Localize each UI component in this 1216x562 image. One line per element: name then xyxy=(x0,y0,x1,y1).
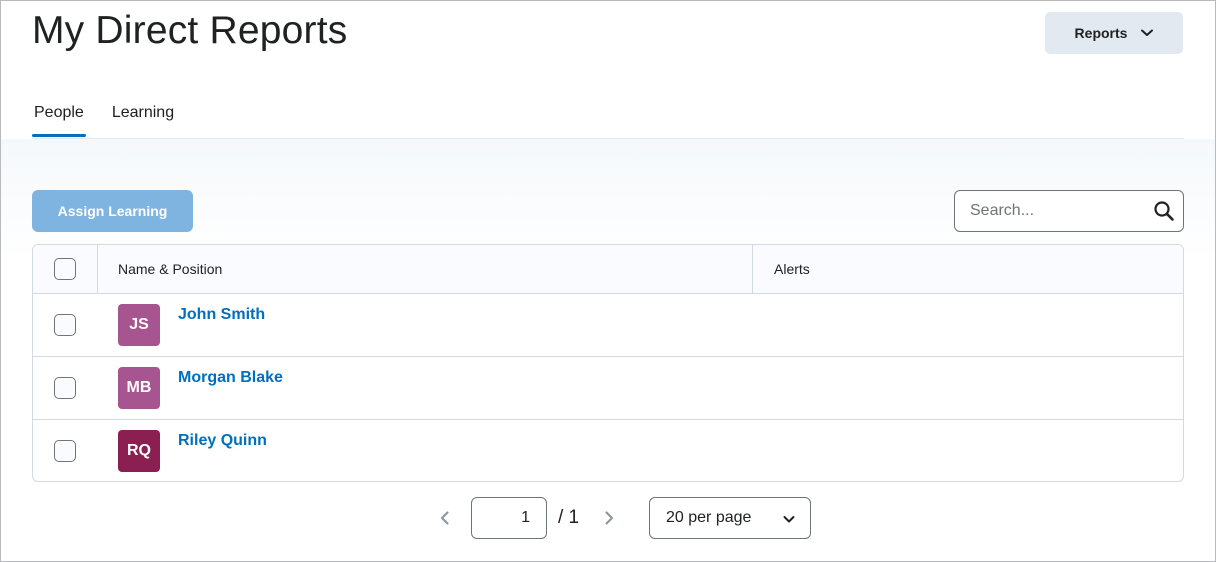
column-header-alerts[interactable]: Alerts xyxy=(754,245,810,293)
chevron-down-icon xyxy=(783,516,795,523)
row-checkbox[interactable] xyxy=(54,440,76,462)
person-name-link[interactable]: Morgan Blake xyxy=(178,369,283,387)
page-number-input[interactable] xyxy=(471,497,547,539)
row-checkbox[interactable] xyxy=(54,377,76,399)
search-icon[interactable] xyxy=(1153,200,1175,222)
reports-dropdown-button[interactable]: Reports xyxy=(1045,12,1183,54)
avatar: MB xyxy=(118,367,160,409)
chevron-down-icon xyxy=(1141,29,1154,36)
page-total: / 1 xyxy=(558,507,580,528)
row-select-cell xyxy=(33,420,97,481)
table-row: MB Morgan Blake xyxy=(33,357,1183,420)
row-checkbox[interactable] xyxy=(54,314,76,336)
page-title: My Direct Reports xyxy=(32,9,348,52)
direct-reports-table: Name & Position Alerts JS John Smith MB … xyxy=(32,244,1184,482)
chevron-left-icon[interactable] xyxy=(436,509,454,527)
reports-label: Reports xyxy=(1074,25,1128,41)
tab-list: People Learning xyxy=(32,101,176,138)
assign-learning-button[interactable]: Assign Learning xyxy=(32,190,193,232)
row-select-cell xyxy=(33,294,97,356)
select-all-cell xyxy=(33,245,98,293)
person-name-link[interactable]: Riley Quinn xyxy=(178,432,267,450)
tab-divider xyxy=(32,138,1184,139)
table-header: Name & Position Alerts xyxy=(33,245,1183,294)
select-all-checkbox[interactable] xyxy=(54,258,76,280)
avatar: JS xyxy=(118,304,160,346)
page-size-select[interactable]: 20 per page xyxy=(649,497,811,539)
tab-learning[interactable]: Learning xyxy=(110,101,176,135)
table-row: JS John Smith xyxy=(33,294,1183,357)
avatar: RQ xyxy=(118,430,160,472)
chevron-right-icon[interactable] xyxy=(600,509,618,527)
table-row: RQ Riley Quinn xyxy=(33,420,1183,481)
main-window: My Direct Reports Reports People Learnin… xyxy=(0,0,1216,562)
tab-people[interactable]: People xyxy=(32,101,86,137)
column-header-name[interactable]: Name & Position xyxy=(98,245,753,293)
row-select-cell xyxy=(33,357,97,419)
person-name-link[interactable]: John Smith xyxy=(178,306,265,324)
search-box xyxy=(954,190,1184,232)
page-size-label: 20 per page xyxy=(666,509,752,526)
pagination: / 1 20 per page xyxy=(1,497,1215,539)
search-input[interactable] xyxy=(955,191,1145,231)
